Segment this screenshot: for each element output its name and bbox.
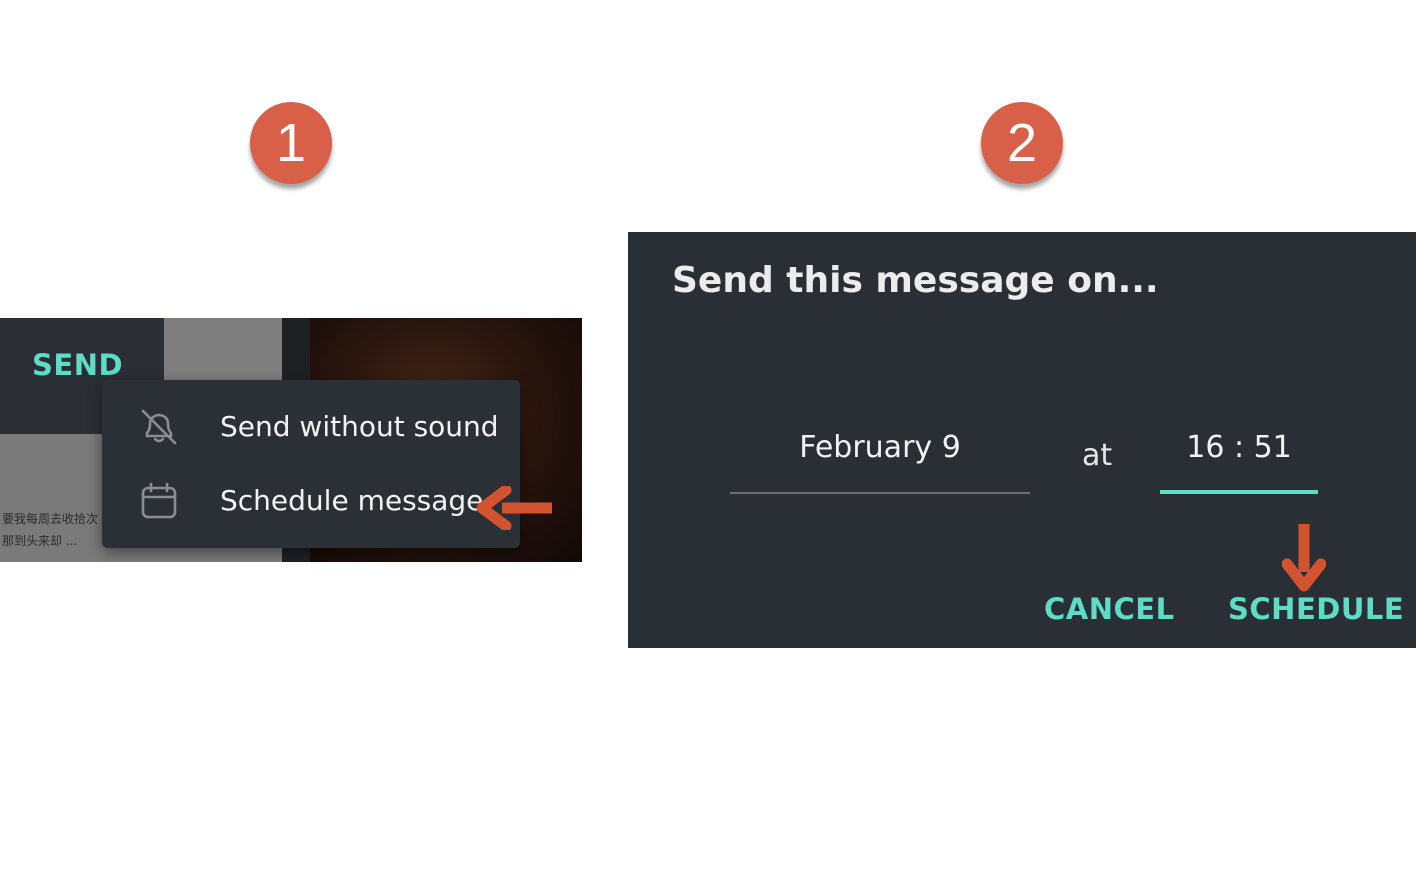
- cancel-button[interactable]: CANCEL: [1044, 592, 1175, 626]
- step-2-badge: 2: [981, 102, 1063, 184]
- pointer-arrow-left-icon: [476, 486, 552, 530]
- calendar-icon: [138, 480, 180, 522]
- chat-preview-line-2: 那到头来却 ...: [2, 534, 78, 548]
- schedule-button[interactable]: SCHEDULE: [1228, 592, 1404, 626]
- at-label: at: [1082, 438, 1113, 473]
- schedule-dialog: Send this message on... February 9 at 16…: [628, 232, 1416, 648]
- menu-item-schedule-message[interactable]: Schedule message: [102, 464, 520, 538]
- muted-bell-icon: [138, 406, 180, 448]
- send-options-menu: Send without sound Schedule message: [102, 380, 520, 548]
- time-field[interactable]: 16 : 51: [1160, 430, 1318, 465]
- menu-item-label: Schedule message: [220, 484, 484, 517]
- send-button-label: SEND: [32, 348, 124, 382]
- chat-preview-line-1: 要我每周去收拾次: [2, 512, 99, 526]
- step-1-badge: 1: [250, 102, 332, 184]
- date-field[interactable]: February 9: [730, 430, 1030, 465]
- time-field-underline: [1160, 490, 1318, 494]
- menu-item-label: Send without sound: [220, 410, 499, 443]
- pointer-arrow-down-icon: [1282, 524, 1326, 592]
- menu-item-send-without-sound[interactable]: Send without sound: [102, 390, 520, 464]
- dialog-title: Send this message on...: [672, 260, 1159, 301]
- date-field-underline: [730, 492, 1030, 494]
- send-menu-screenshot: SEND 要我每周去收拾次 那到头来却 ... Send without sou…: [0, 318, 582, 562]
